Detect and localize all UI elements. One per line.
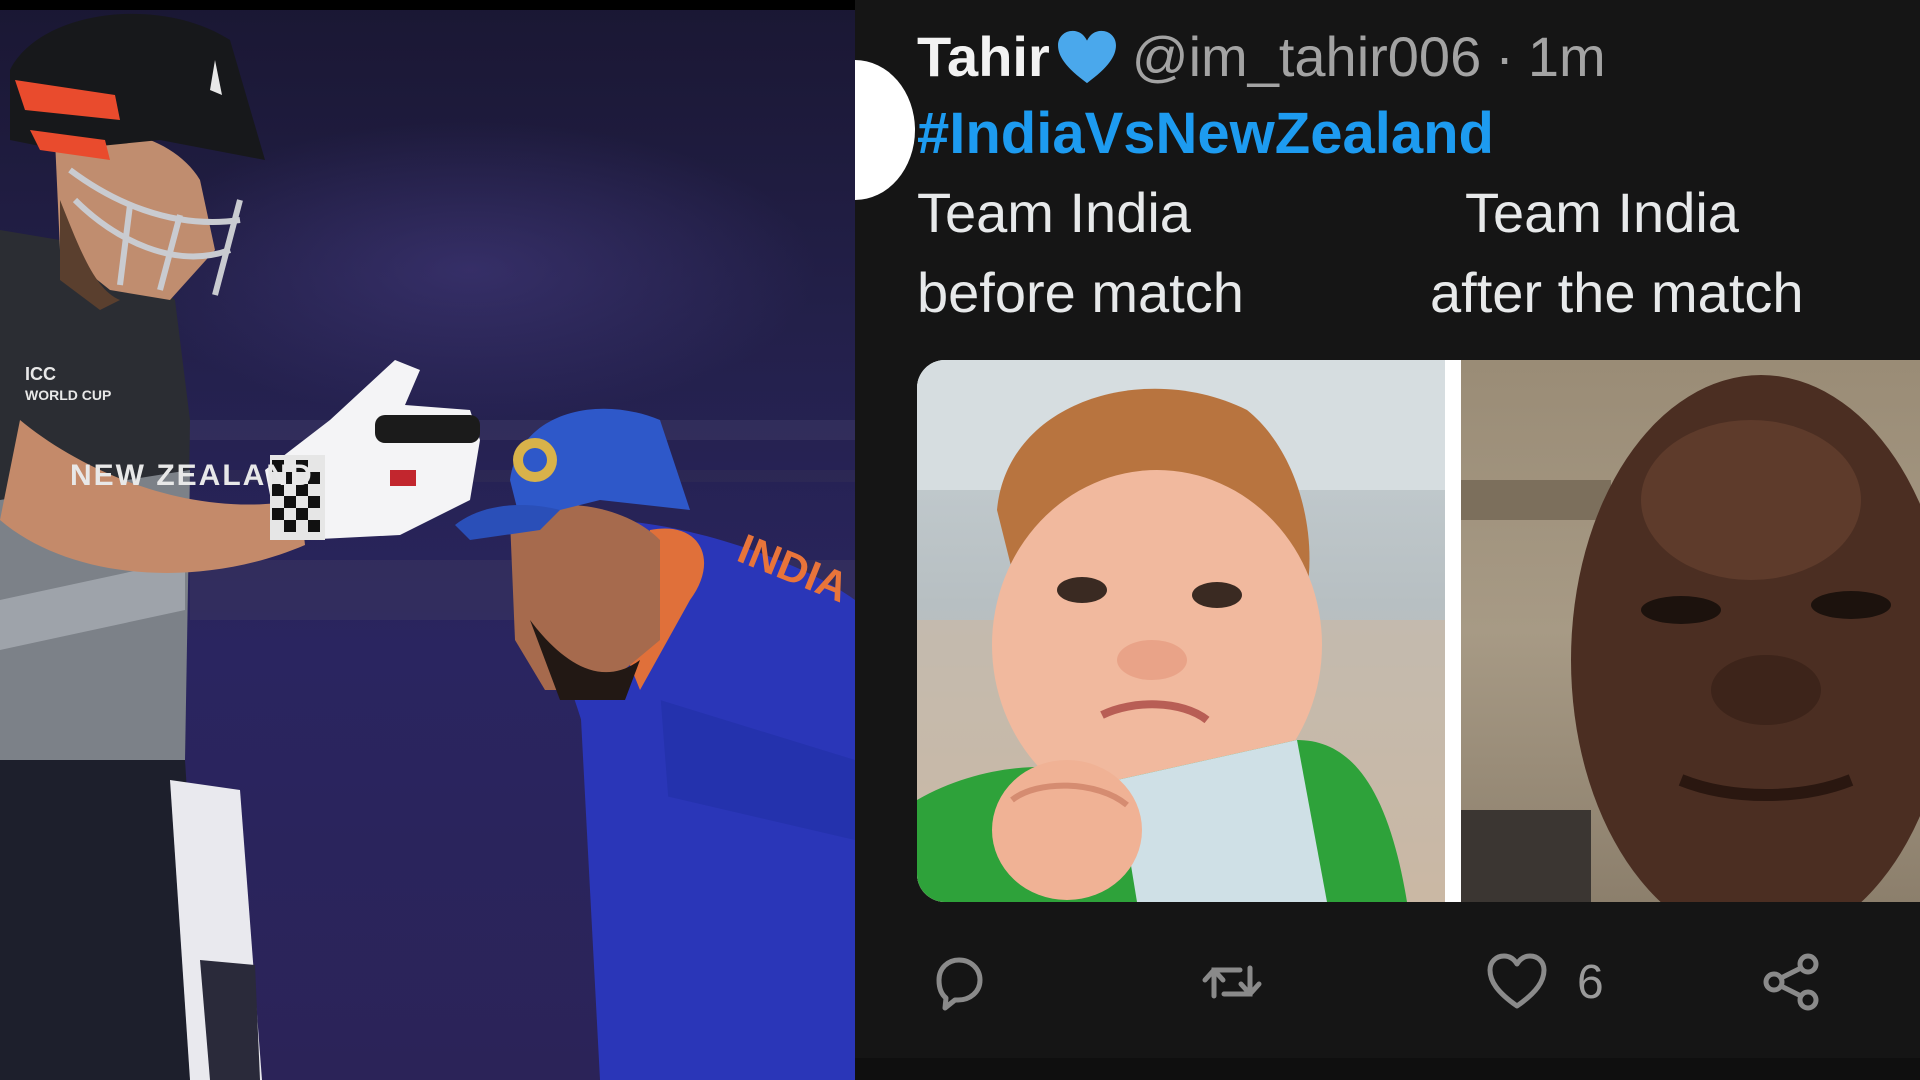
reply-button[interactable] <box>925 950 989 1014</box>
blue-heart-icon <box>1057 30 1116 83</box>
retweet-icon <box>1202 965 1262 999</box>
photo-illustration: ICC WORLD CUP NEW ZEALAND INDIA <box>0 13 855 1080</box>
svg-text:WORLD CUP: WORLD CUP <box>25 387 111 403</box>
like-button[interactable]: 6 <box>1485 950 1604 1014</box>
svg-text:ICC: ICC <box>25 364 56 384</box>
nz-jersey-text: NEW ZEALAND <box>70 459 314 492</box>
cricket-photo: ICC WORLD CUP NEW ZEALAND INDIA <box>0 0 855 1080</box>
tweet-header: Tahir @im_tahir006 · 1m <box>917 24 1606 89</box>
separator-dot: · <box>1495 25 1514 88</box>
display-name[interactable]: Tahir <box>917 24 1050 89</box>
screenshot-root: ICC WORLD CUP NEW ZEALAND INDIA Tahir @i… <box>0 0 1920 1080</box>
reply-icon <box>936 957 983 1011</box>
tweet-media[interactable] <box>917 360 1920 902</box>
hashtag-link[interactable]: #IndiaVsNewZealand <box>917 100 1494 167</box>
share-button[interactable] <box>1760 950 1824 1014</box>
share-icon <box>1763 953 1819 1011</box>
retweet-button[interactable] <box>1200 950 1264 1014</box>
meme-image-crying-man[interactable] <box>1461 360 1920 902</box>
success-kid-illustration <box>917 360 1445 902</box>
caption-left-line-2: before match <box>917 261 1244 324</box>
like-count: 6 <box>1577 955 1604 1009</box>
media-divider <box>1445 360 1461 902</box>
like-icon <box>1487 953 1547 1009</box>
bottom-divider <box>855 1058 1920 1080</box>
meme-image-success-kid[interactable] <box>917 360 1445 902</box>
caption-left-line-1: Team India <box>917 181 1191 244</box>
caption-right-line-1: Team India <box>1465 181 1739 244</box>
crying-man-illustration <box>1461 375 1920 902</box>
tweet-action-bar: 6 <box>855 940 1920 1020</box>
user-handle[interactable]: @im_tahir006 <box>1132 24 1481 89</box>
avatar[interactable] <box>855 60 915 200</box>
caption-right-line-2: after the match <box>1430 261 1804 324</box>
tweet-card[interactable]: Tahir @im_tahir006 · 1m #IndiaVsNewZeala… <box>855 0 1920 1080</box>
timestamp[interactable]: 1m <box>1528 24 1606 89</box>
